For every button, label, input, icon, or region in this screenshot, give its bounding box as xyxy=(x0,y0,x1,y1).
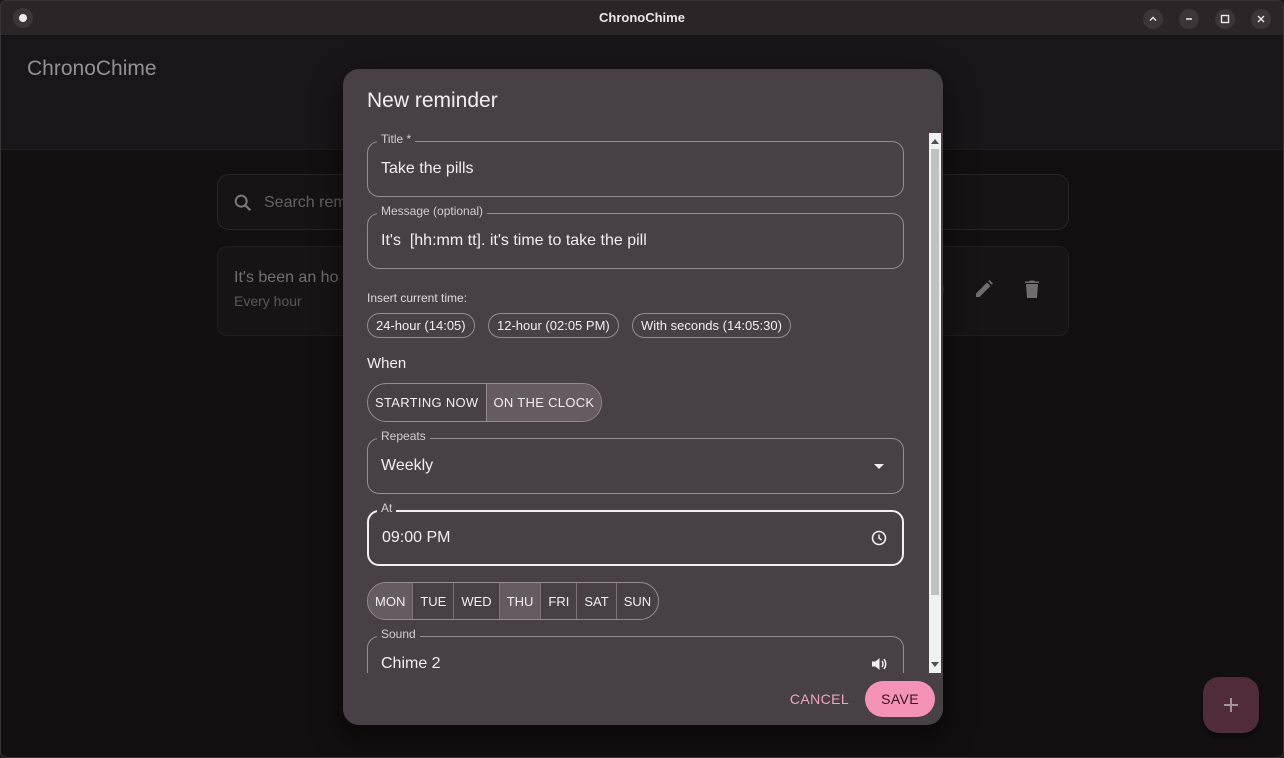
speaker-icon[interactable] xyxy=(869,654,889,673)
insert-time-label: Insert current time: xyxy=(367,291,468,305)
when-label: When xyxy=(367,355,407,372)
save-button[interactable]: SAVE xyxy=(865,681,935,717)
minimize-button[interactable] xyxy=(1179,9,1199,29)
title-bar: ChronoChime xyxy=(1,1,1283,36)
title-field[interactable]: Title * Take the pills xyxy=(367,132,904,197)
new-reminder-dialog: New reminder Title * Take the pills Mess… xyxy=(343,69,943,725)
repeats-value: Weekly xyxy=(381,457,434,474)
dialog-title: New reminder xyxy=(367,89,498,112)
arrow-down-icon xyxy=(931,662,939,667)
dialog-scrollbar[interactable] xyxy=(929,133,941,673)
day-wed[interactable]: WED xyxy=(453,583,498,619)
weekday-selector: MON TUE WED THU FRI SAT SUN xyxy=(367,582,660,620)
title-field-label: Title * xyxy=(377,132,416,146)
cancel-button[interactable]: CANCEL xyxy=(782,681,857,717)
starting-now-button[interactable]: STARTING NOW xyxy=(368,384,486,421)
maximize-icon xyxy=(1220,14,1230,24)
clock-icon[interactable] xyxy=(869,528,889,548)
dialog-content: Title * Take the pills Message (optional… xyxy=(343,131,943,673)
dropdown-arrow-icon xyxy=(874,464,884,469)
sound-label: Sound xyxy=(377,627,420,641)
repeats-select[interactable]: Repeats Weekly xyxy=(367,429,904,494)
on-the-clock-button[interactable]: ON THE CLOCK xyxy=(485,384,602,421)
maximize-button[interactable] xyxy=(1215,9,1235,29)
message-field-value: It's [hh:mm tt]. it's time to take the p… xyxy=(381,232,647,249)
minimize-icon xyxy=(1186,18,1192,20)
day-thu[interactable]: THU xyxy=(498,583,541,619)
dialog-actions: CANCEL SAVE xyxy=(782,681,935,717)
title-field-value: Take the pills xyxy=(381,160,474,177)
chevron-up-icon xyxy=(1149,16,1157,21)
day-fri[interactable]: FRI xyxy=(540,583,576,619)
at-label: At xyxy=(377,501,397,515)
scroll-up-arrow[interactable] xyxy=(929,135,941,147)
message-field[interactable]: Message (optional) It's [hh:mm tt]. it's… xyxy=(367,204,904,269)
sound-value: Chime 2 xyxy=(381,655,441,672)
app-window: ChronoChime ChronoChime Search rem It's … xyxy=(0,0,1284,758)
keep-above-button[interactable] xyxy=(1143,9,1163,29)
at-time-field[interactable]: At 09:00 PM xyxy=(367,501,904,566)
at-value: 09:00 PM xyxy=(382,529,451,546)
day-mon[interactable]: MON xyxy=(368,583,413,619)
insert-seconds-chip[interactable]: With seconds (14:05:30) xyxy=(632,313,791,338)
day-sat[interactable]: SAT xyxy=(576,583,615,619)
window-title: ChronoChime xyxy=(599,10,685,25)
day-sun[interactable]: SUN xyxy=(615,583,658,619)
repeats-label: Repeats xyxy=(377,429,430,443)
insert-24-hour-chip[interactable]: 24-hour (14:05) xyxy=(367,313,475,338)
insert-12-hour-chip[interactable]: 12-hour (02:05 PM) xyxy=(488,313,619,338)
message-field-label: Message (optional) xyxy=(377,204,488,218)
scrollbar-thumb[interactable] xyxy=(931,149,939,595)
day-tue[interactable]: TUE xyxy=(412,583,453,619)
close-icon xyxy=(1257,15,1265,23)
scroll-down-arrow[interactable] xyxy=(929,659,941,671)
when-toggle-group: STARTING NOW ON THE CLOCK xyxy=(367,383,603,422)
arrow-up-icon xyxy=(931,139,939,144)
close-window-button[interactable] xyxy=(1251,9,1271,29)
sound-select[interactable]: Sound Chime 2 xyxy=(367,627,904,673)
